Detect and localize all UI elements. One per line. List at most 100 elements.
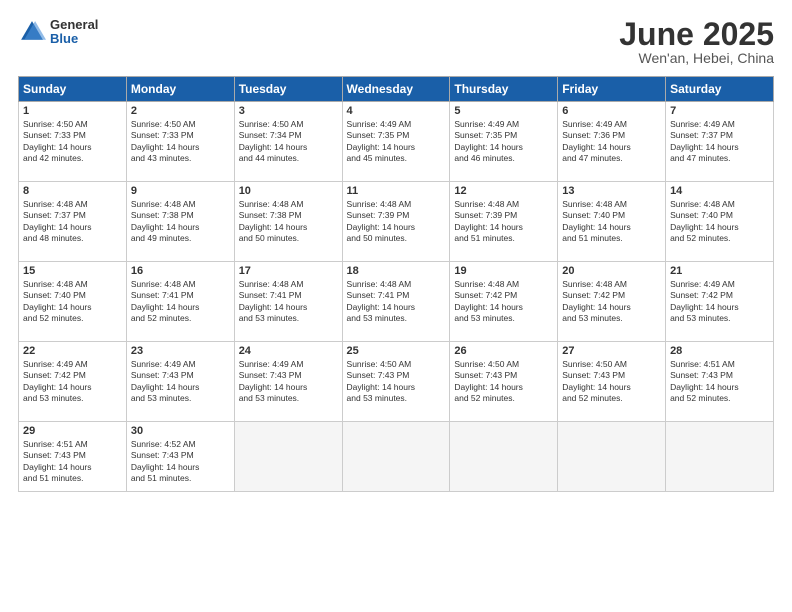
location: Wen'an, Hebei, China xyxy=(619,50,774,66)
day-info: Sunrise: 4:52 AM Sunset: 7:43 PM Dayligh… xyxy=(131,439,230,485)
logo-icon xyxy=(18,18,46,46)
day-number: 27 xyxy=(562,345,661,357)
day-info: Sunrise: 4:50 AM Sunset: 7:43 PM Dayligh… xyxy=(454,359,553,405)
weekday-thursday: Thursday xyxy=(450,77,558,102)
day-cell: 8 Sunrise: 4:48 AM Sunset: 7:37 PM Daylig… xyxy=(19,182,127,262)
day-cell: 6 Sunrise: 4:49 AM Sunset: 7:36 PM Daylig… xyxy=(558,102,666,182)
day-number: 13 xyxy=(562,185,661,197)
header: General Blue June 2025 Wen'an, Hebei, Ch… xyxy=(18,18,774,66)
day-cell: 10Sunrise: 4:48 AM Sunset: 7:38 PM Dayli… xyxy=(234,182,342,262)
day-cell: 14Sunrise: 4:48 AM Sunset: 7:40 PM Dayli… xyxy=(666,182,774,262)
day-number: 23 xyxy=(131,345,230,357)
title-block: June 2025 Wen'an, Hebei, China xyxy=(619,18,774,66)
week-row-1: 1 Sunrise: 4:50 AM Sunset: 7:33 PM Daylig… xyxy=(19,102,774,182)
day-info: Sunrise: 4:49 AM Sunset: 7:42 PM Dayligh… xyxy=(23,359,122,405)
day-cell: 2 Sunrise: 4:50 AM Sunset: 7:33 PM Daylig… xyxy=(126,102,234,182)
day-info: Sunrise: 4:50 AM Sunset: 7:34 PM Dayligh… xyxy=(239,119,338,165)
day-number: 17 xyxy=(239,265,338,277)
day-info: Sunrise: 4:48 AM Sunset: 7:40 PM Dayligh… xyxy=(670,199,769,245)
day-cell: 15 Sunrise: 4:48 AM Sunset: 7:40 PM Dayli… xyxy=(19,262,127,342)
day-info: Sunrise: 4:48 AM Sunset: 7:39 PM Dayligh… xyxy=(347,199,446,245)
day-number: 21 xyxy=(670,265,769,277)
day-number: 11 xyxy=(347,185,446,197)
day-number: 5 xyxy=(454,105,553,117)
day-number: 4 xyxy=(347,105,446,117)
day-number: 25 xyxy=(347,345,446,357)
day-info: Sunrise: 4:51 AM Sunset: 7:43 PM Dayligh… xyxy=(23,439,122,485)
weekday-saturday: Saturday xyxy=(666,77,774,102)
day-cell: 4 Sunrise: 4:49 AM Sunset: 7:35 PM Daylig… xyxy=(342,102,450,182)
day-cell: 17 Sunrise: 4:48 AM Sunset: 7:41 PM Dayli… xyxy=(234,262,342,342)
day-cell: 1 Sunrise: 4:50 AM Sunset: 7:33 PM Daylig… xyxy=(19,102,127,182)
day-cell xyxy=(450,422,558,492)
logo: General Blue xyxy=(18,18,98,47)
day-info: Sunrise: 4:51 AM Sunset: 7:43 PM Dayligh… xyxy=(670,359,769,405)
day-cell xyxy=(342,422,450,492)
day-info: Sunrise: 4:49 AM Sunset: 7:43 PM Dayligh… xyxy=(239,359,338,405)
logo-blue: Blue xyxy=(50,32,98,46)
day-number: 9 xyxy=(131,185,230,197)
day-info: Sunrise: 4:48 AM Sunset: 7:41 PM Dayligh… xyxy=(131,279,230,325)
day-info: Sunrise: 4:50 AM Sunset: 7:43 PM Dayligh… xyxy=(347,359,446,405)
day-info: Sunrise: 4:48 AM Sunset: 7:40 PM Dayligh… xyxy=(562,199,661,245)
day-number: 22 xyxy=(23,345,122,357)
day-cell: 20 Sunrise: 4:48 AM Sunset: 7:42 PM Dayli… xyxy=(558,262,666,342)
day-number: 3 xyxy=(239,105,338,117)
day-cell: 26Sunrise: 4:50 AM Sunset: 7:43 PM Dayli… xyxy=(450,342,558,422)
day-number: 16 xyxy=(131,265,230,277)
day-cell: 3 Sunrise: 4:50 AM Sunset: 7:34 PM Daylig… xyxy=(234,102,342,182)
day-number: 30 xyxy=(131,425,230,437)
day-number: 7 xyxy=(670,105,769,117)
day-cell: 7Sunrise: 4:49 AM Sunset: 7:37 PM Daylig… xyxy=(666,102,774,182)
day-number: 18 xyxy=(347,265,446,277)
day-cell: 23Sunrise: 4:49 AM Sunset: 7:43 PM Dayli… xyxy=(126,342,234,422)
day-cell: 22 Sunrise: 4:49 AM Sunset: 7:42 PM Dayli… xyxy=(19,342,127,422)
day-cell: 27Sunrise: 4:50 AM Sunset: 7:43 PM Dayli… xyxy=(558,342,666,422)
week-row-4: 22 Sunrise: 4:49 AM Sunset: 7:42 PM Dayli… xyxy=(19,342,774,422)
day-number: 6 xyxy=(562,105,661,117)
day-cell: 13 Sunrise: 4:48 AM Sunset: 7:40 PM Dayli… xyxy=(558,182,666,262)
day-number: 29 xyxy=(23,425,122,437)
day-info: Sunrise: 4:48 AM Sunset: 7:42 PM Dayligh… xyxy=(562,279,661,325)
day-cell: 30 Sunrise: 4:52 AM Sunset: 7:43 PM Dayli… xyxy=(126,422,234,492)
logo-text: General Blue xyxy=(50,18,98,47)
day-cell: 12 Sunrise: 4:48 AM Sunset: 7:39 PM Dayli… xyxy=(450,182,558,262)
day-cell xyxy=(558,422,666,492)
week-row-5: 29 Sunrise: 4:51 AM Sunset: 7:43 PM Dayli… xyxy=(19,422,774,492)
day-number: 15 xyxy=(23,265,122,277)
day-info: Sunrise: 4:49 AM Sunset: 7:36 PM Dayligh… xyxy=(562,119,661,165)
day-number: 8 xyxy=(23,185,122,197)
day-info: Sunrise: 4:48 AM Sunset: 7:37 PM Dayligh… xyxy=(23,199,122,245)
day-info: Sunrise: 4:50 AM Sunset: 7:33 PM Dayligh… xyxy=(23,119,122,165)
day-cell: 24Sunrise: 4:49 AM Sunset: 7:43 PM Dayli… xyxy=(234,342,342,422)
day-cell: 16 Sunrise: 4:48 AM Sunset: 7:41 PM Dayli… xyxy=(126,262,234,342)
weekday-tuesday: Tuesday xyxy=(234,77,342,102)
day-number: 19 xyxy=(454,265,553,277)
day-info: Sunrise: 4:48 AM Sunset: 7:38 PM Dayligh… xyxy=(131,199,230,245)
week-row-2: 8 Sunrise: 4:48 AM Sunset: 7:37 PM Daylig… xyxy=(19,182,774,262)
page: General Blue June 2025 Wen'an, Hebei, Ch… xyxy=(0,0,792,612)
day-info: Sunrise: 4:49 AM Sunset: 7:35 PM Dayligh… xyxy=(347,119,446,165)
day-cell: 9 Sunrise: 4:48 AM Sunset: 7:38 PM Daylig… xyxy=(126,182,234,262)
day-number: 1 xyxy=(23,105,122,117)
day-cell xyxy=(666,422,774,492)
day-cell: 25 Sunrise: 4:50 AM Sunset: 7:43 PM Dayli… xyxy=(342,342,450,422)
day-info: Sunrise: 4:48 AM Sunset: 7:40 PM Dayligh… xyxy=(23,279,122,325)
day-info: Sunrise: 4:48 AM Sunset: 7:41 PM Dayligh… xyxy=(239,279,338,325)
weekday-sunday: Sunday xyxy=(19,77,127,102)
day-cell: 21Sunrise: 4:49 AM Sunset: 7:42 PM Dayli… xyxy=(666,262,774,342)
day-number: 10 xyxy=(239,185,338,197)
logo-general: General xyxy=(50,18,98,32)
day-info: Sunrise: 4:48 AM Sunset: 7:39 PM Dayligh… xyxy=(454,199,553,245)
day-number: 2 xyxy=(131,105,230,117)
day-number: 12 xyxy=(454,185,553,197)
day-info: Sunrise: 4:48 AM Sunset: 7:41 PM Dayligh… xyxy=(347,279,446,325)
day-number: 20 xyxy=(562,265,661,277)
day-info: Sunrise: 4:50 AM Sunset: 7:33 PM Dayligh… xyxy=(131,119,230,165)
day-number: 28 xyxy=(670,345,769,357)
day-info: Sunrise: 4:49 AM Sunset: 7:35 PM Dayligh… xyxy=(454,119,553,165)
weekday-wednesday: Wednesday xyxy=(342,77,450,102)
day-cell: 28 Sunrise: 4:51 AM Sunset: 7:43 PM Dayli… xyxy=(666,342,774,422)
weekday-monday: Monday xyxy=(126,77,234,102)
week-row-3: 15 Sunrise: 4:48 AM Sunset: 7:40 PM Dayli… xyxy=(19,262,774,342)
